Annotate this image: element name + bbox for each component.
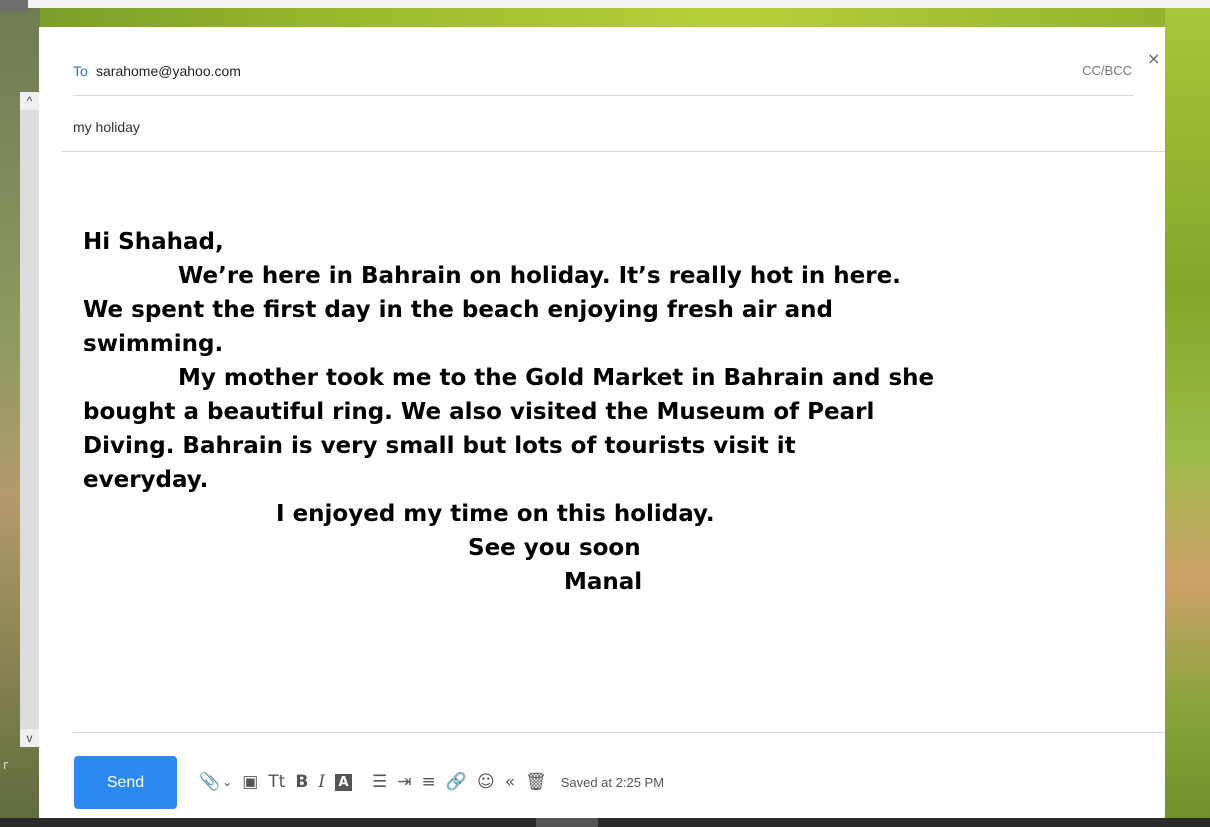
highlight-icon[interactable]: A	[335, 773, 353, 791]
scroll-up-arrow-icon[interactable]: ^	[20, 92, 39, 110]
body-line: swimming.	[83, 331, 224, 357]
paperclip-icon[interactable]: 📎	[199, 768, 220, 796]
bullet-list-icon[interactable]: ☰	[372, 768, 387, 796]
body-line: My mother took me to the Gold Market in …	[178, 365, 935, 391]
stationery-icon[interactable]: ▣	[242, 768, 258, 796]
font-size-icon[interactable]: Tt	[268, 768, 285, 796]
toolbar-divider	[73, 732, 1165, 733]
message-body[interactable]: Hi Shahad, We’re here in Bahrain on holi…	[83, 225, 1143, 599]
bold-icon[interactable]: B	[295, 768, 308, 796]
saved-status: Saved at 2:25 PM	[560, 774, 665, 790]
subject-field[interactable]: my holiday	[73, 119, 140, 135]
chevron-down-icon[interactable]: ⌄	[222, 768, 232, 796]
trash-icon[interactable]: 🗑	[525, 768, 547, 796]
body-line: bought a beautiful ring. We also visited…	[83, 399, 875, 425]
body-line: We’re here in Bahrain on holiday. It’s r…	[178, 263, 901, 289]
body-line: Manal	[564, 569, 643, 595]
link-icon[interactable]: 🔗	[446, 768, 467, 796]
body-line: Diving. Bahrain is very small but lots o…	[83, 433, 796, 459]
emoji-icon[interactable]: ☺	[477, 768, 495, 796]
italic-icon[interactable]: I	[318, 768, 325, 796]
top-bar	[0, 0, 1210, 8]
body-line: everyday.	[83, 467, 209, 493]
taskbar-highlight	[536, 818, 598, 827]
compose-window: × To sarahome@yahoo.com CC/BCC my holida…	[39, 27, 1165, 818]
left-edge-letter: r	[3, 758, 8, 772]
body-line: We spent the first day in the beach enjo…	[83, 297, 833, 323]
formatting-toolbar: 📎 ⌄ ▣ Tt B I A ☰ ⇥ ≡ 🔗 ☺ « 🗑 Saved at 2:…	[199, 768, 664, 796]
align-icon[interactable]: ≡	[422, 768, 436, 796]
body-line: Hi Shahad,	[83, 229, 224, 255]
ccbcc-link[interactable]: CC/BCC	[1082, 63, 1132, 78]
subject-divider	[62, 151, 1165, 152]
send-button[interactable]: Send	[74, 756, 177, 809]
taskbar-strip	[0, 818, 1210, 827]
body-line: I enjoyed my time on this holiday.	[276, 501, 715, 527]
recipient-email[interactable]: sarahome@yahoo.com	[96, 63, 241, 79]
double-chevron-left-icon[interactable]: «	[505, 768, 515, 796]
background-right	[1165, 0, 1210, 827]
to-label: To	[73, 63, 88, 79]
close-icon[interactable]: ×	[1147, 49, 1160, 68]
left-scrollbar[interactable]: ^ v	[20, 92, 39, 747]
indent-icon[interactable]: ⇥	[397, 768, 411, 796]
to-field[interactable]: To sarahome@yahoo.com CC/BCC	[73, 59, 1134, 96]
body-line: See you soon	[468, 535, 641, 561]
window-corner-button[interactable]	[0, 0, 28, 12]
scroll-down-arrow-icon[interactable]: v	[20, 729, 39, 747]
